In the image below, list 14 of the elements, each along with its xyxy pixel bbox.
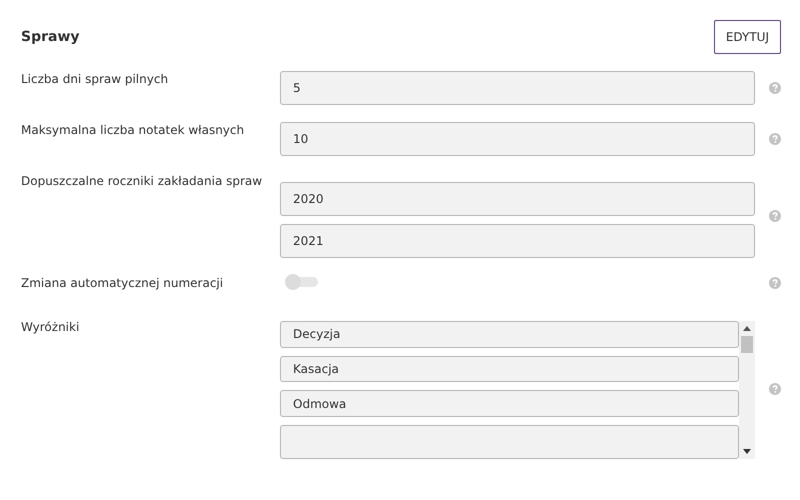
input-field[interactable]: 5 (280, 71, 755, 105)
setting-label: Liczba dni spraw pilnych (21, 71, 170, 88)
input-field[interactable]: Odmowa (280, 390, 739, 418)
setting-label: Maksymalna liczba notatek własnych (21, 122, 246, 139)
section-title: Sprawy (21, 28, 80, 44)
input-field[interactable]: Decyzja (280, 321, 739, 348)
input-field[interactable]: Kasacja (280, 356, 739, 382)
setting-label: Dopuszczalne roczniki zakładania spraw (21, 173, 264, 190)
edit-button[interactable]: EDYTUJ (714, 20, 781, 54)
input-field[interactable]: 2021 (280, 224, 755, 258)
setting-label: Zmiana automatycznej numeracji (21, 275, 224, 291)
setting-label: Wyróżniki (21, 319, 80, 336)
input-field[interactable]: 2020 (280, 182, 755, 216)
input-field[interactable]: 10 (280, 122, 755, 156)
